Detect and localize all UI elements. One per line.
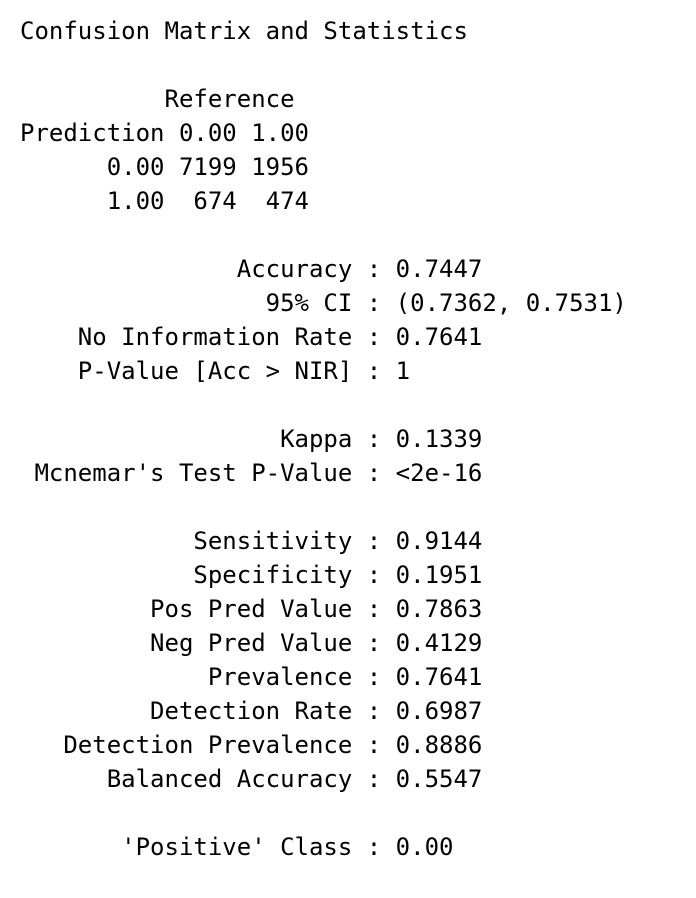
- stat-neg-pred-value: Neg Pred Value : 0.4129: [20, 629, 483, 657]
- stat-pos-pred-value: Pos Pred Value : 0.7863: [20, 595, 483, 623]
- stat-specificity: Specificity : 0.1951: [20, 561, 483, 589]
- stat-kappa: Kappa : 0.1339: [20, 425, 483, 453]
- matrix-row: 1.00 674 474: [20, 187, 309, 215]
- agreement-statistics: Kappa : 0.1339 Mcnemar's Test P-Value : …: [20, 422, 680, 490]
- confusion-matrix: Reference Prediction 0.00 1.00 0.00 7199…: [20, 82, 680, 218]
- stat-no-information-rate: No Information Rate : 0.7641: [20, 323, 483, 351]
- stat-mcnemar-p-value: Mcnemar's Test P-Value : <2e-16: [20, 459, 483, 487]
- matrix-reference-header: Reference: [20, 85, 295, 113]
- console-output: Confusion Matrix and Statistics Referenc…: [20, 14, 680, 864]
- stat-p-value-acc-nir: P-Value [Acc > NIR] : 1: [20, 357, 411, 385]
- stat-sensitivity: Sensitivity : 0.9144: [20, 527, 483, 555]
- stat-balanced-accuracy: Balanced Accuracy : 0.5547: [20, 765, 483, 793]
- stat-detection-rate: Detection Rate : 0.6987: [20, 697, 483, 725]
- matrix-row: 0.00 7199 1956: [20, 153, 309, 181]
- stat-95-ci: 95% CI : (0.7362, 0.7531): [20, 289, 627, 317]
- stat-accuracy: Accuracy : 0.7447: [20, 255, 483, 283]
- stat-detection-prevalence: Detection Prevalence : 0.8886: [20, 731, 483, 759]
- class-statistics: Sensitivity : 0.9144 Specificity : 0.195…: [20, 524, 680, 796]
- stat-positive-class: 'Positive' Class : 0.00: [20, 833, 454, 861]
- output-title: Confusion Matrix and Statistics: [20, 17, 468, 45]
- overall-statistics: Accuracy : 0.7447 95% CI : (0.7362, 0.75…: [20, 252, 680, 388]
- matrix-prediction-header: Prediction 0.00 1.00: [20, 119, 309, 147]
- stat-prevalence: Prevalence : 0.7641: [20, 663, 483, 691]
